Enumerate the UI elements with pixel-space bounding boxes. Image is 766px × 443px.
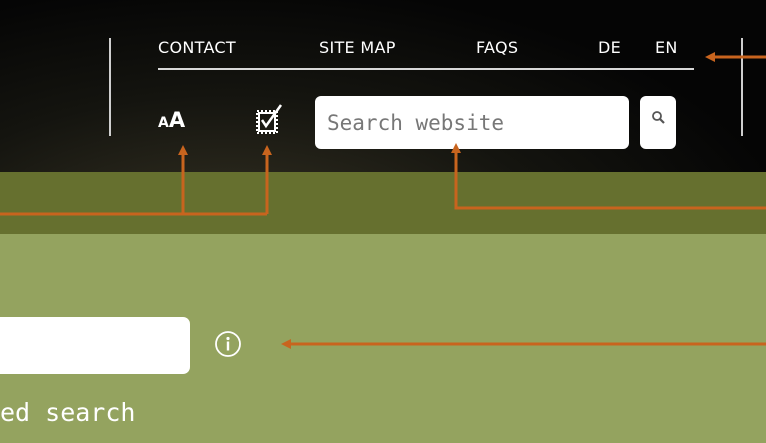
nav-link-faqs[interactable]: FAQS bbox=[476, 38, 518, 57]
magnifier-icon bbox=[652, 111, 665, 124]
search-button[interactable] bbox=[640, 96, 676, 149]
header-divider-left bbox=[109, 38, 111, 136]
top-nav-underline bbox=[158, 68, 694, 70]
header-divider-right bbox=[741, 38, 743, 136]
main-search-field[interactable] bbox=[0, 317, 190, 374]
nav-link-contact[interactable]: CONTACT bbox=[158, 38, 236, 57]
font-size-small-a: A bbox=[158, 115, 169, 131]
advanced-search-link[interactable]: ed search bbox=[0, 398, 135, 427]
search-input[interactable] bbox=[315, 96, 629, 149]
language-en[interactable]: EN bbox=[655, 38, 678, 57]
nav-link-site-map[interactable]: SITE MAP bbox=[319, 38, 396, 57]
language-de[interactable]: DE bbox=[598, 38, 621, 57]
checkbox-icon[interactable] bbox=[254, 102, 284, 136]
font-size-button[interactable]: AA bbox=[158, 110, 185, 131]
info-circle-icon[interactable] bbox=[214, 330, 242, 358]
nav-band bbox=[0, 172, 766, 234]
font-size-big-a: A bbox=[168, 108, 186, 132]
site-header: CONTACT SITE MAP FAQS DE EN AA bbox=[0, 0, 766, 172]
